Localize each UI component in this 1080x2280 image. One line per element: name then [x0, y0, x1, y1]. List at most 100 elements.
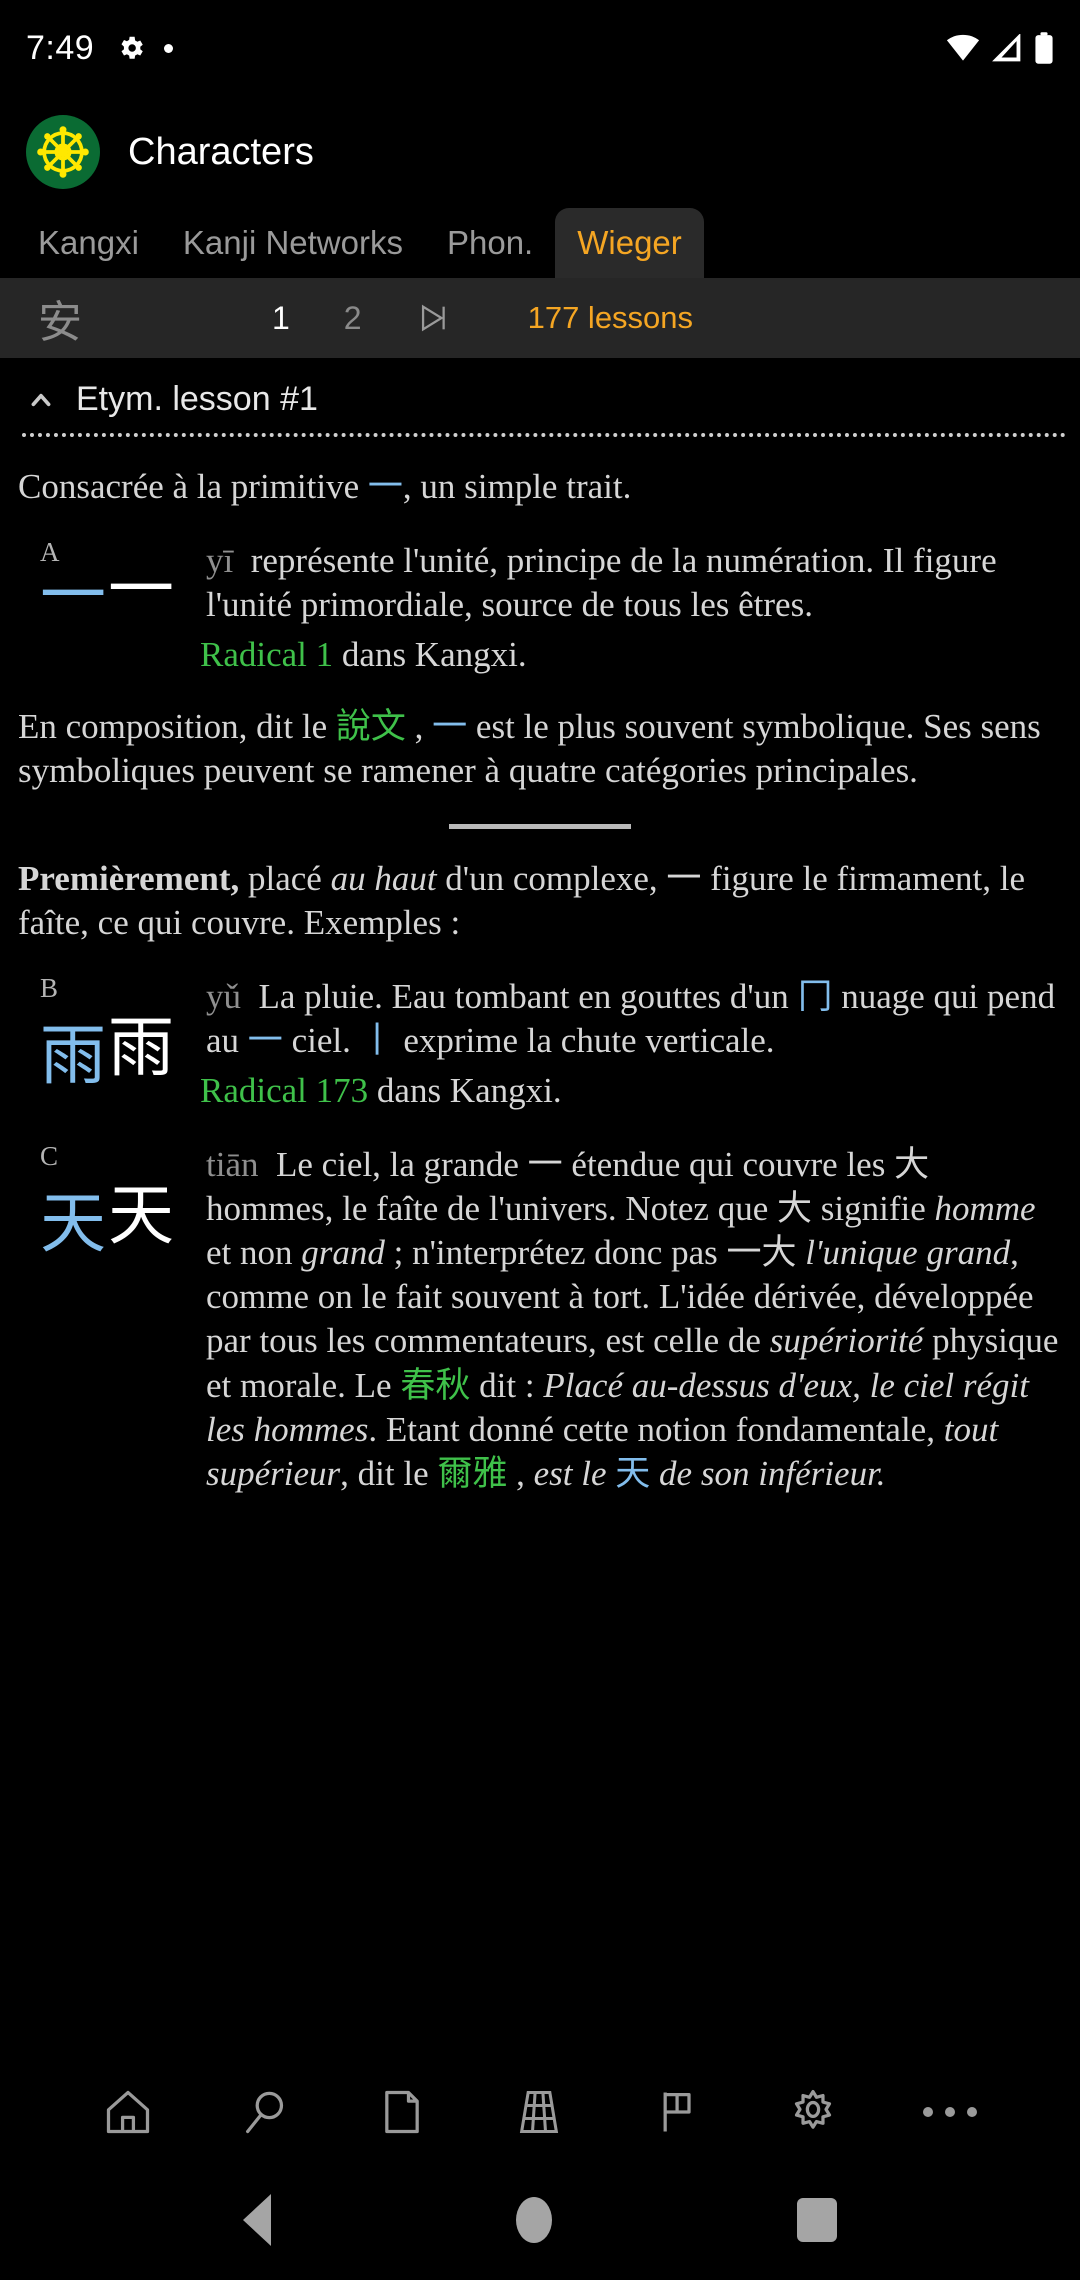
dot-icon: [164, 43, 174, 53]
radical-label[interactable]: Radical 1: [200, 635, 333, 674]
status-clock: 7:49: [26, 28, 95, 67]
gear-icon[interactable]: [787, 2086, 839, 2138]
chevron-up-icon[interactable]: [28, 387, 54, 413]
text-run: ,: [405, 707, 433, 747]
text-run: est le: [533, 1453, 616, 1493]
text-run: ciel.: [282, 1020, 360, 1060]
text-run: En composition, dit le: [18, 707, 336, 747]
status-system-icons: [946, 32, 1054, 64]
recents-icon[interactable]: [797, 2198, 838, 2242]
flag-icon[interactable]: [650, 2086, 702, 2138]
lesson-count-label[interactable]: 177 lessons: [528, 300, 693, 336]
tab-label: Wieger: [577, 224, 682, 261]
text-run[interactable]: 天: [615, 1454, 650, 1494]
grid-icon[interactable]: [513, 2086, 565, 2138]
intro-glyph[interactable]: 一: [368, 467, 403, 507]
pinyin: yǔ: [206, 976, 241, 1016]
text-run: de son inférieur.: [659, 1453, 886, 1493]
home-circle-icon[interactable]: [515, 2197, 552, 2243]
android-nav-bar: [0, 2160, 1080, 2280]
radical-suffix: dans Kangxi.: [341, 635, 527, 675]
entry-description: La pluie. Eau tombant en gouttes d'un 冂 …: [206, 976, 1055, 1061]
first-category-paragraph: Premièrement, placé au haut d'un complex…: [18, 857, 1062, 945]
dharma-wheel-icon: [26, 115, 100, 189]
search-icon[interactable]: [239, 2086, 291, 2138]
entry-glyph-pair: 天 天: [40, 1143, 200, 1261]
entry-glyph-pair: 一 一: [40, 539, 200, 657]
page-2-button[interactable]: 2: [344, 300, 362, 337]
text-run: Premièrement,: [18, 858, 240, 898]
tab-bar: Kangxi Kanji Networks Phon. Wieger: [0, 208, 1080, 278]
gear-icon: [116, 33, 146, 63]
text-run[interactable]: 爾雅: [437, 1454, 507, 1494]
modern-glyph[interactable]: 雨: [40, 1022, 106, 1089]
entry-a: A 一 一 yī représente l'unité, principe de…: [18, 537, 1062, 677]
battery-icon: [1034, 32, 1054, 64]
pinyin: tiān: [206, 1145, 259, 1185]
text-run[interactable]: 春秋: [400, 1366, 470, 1406]
status-bar: 7:49: [0, 0, 1080, 96]
page-1-button[interactable]: 1: [272, 300, 290, 337]
ancient-glyph[interactable]: 一: [108, 557, 174, 623]
signal-icon: [992, 34, 1022, 62]
text-run[interactable]: 冂: [797, 977, 832, 1017]
ancient-glyph[interactable]: 雨: [108, 1014, 174, 1081]
radical-suffix: dans Kangxi.: [376, 1070, 562, 1110]
text-run: placé: [239, 858, 331, 898]
app-bar: Characters: [0, 96, 1080, 208]
text-run: supériorité: [769, 1321, 924, 1361]
text-run: Le ciel, la grande: [275, 1145, 528, 1185]
text-run[interactable]: 一: [432, 707, 467, 747]
status-notification-icons: [116, 33, 174, 63]
lesson-header[interactable]: Etym. lesson #1: [0, 358, 1080, 419]
entry-text: yī représente l'unité, principe de la nu…: [200, 539, 1062, 627]
ancient-glyph[interactable]: 天: [108, 1183, 174, 1249]
page-title: Characters: [128, 130, 314, 173]
current-character[interactable]: 安: [38, 286, 82, 350]
document-icon[interactable]: [376, 2086, 428, 2138]
entry-b: B 雨 雨 yǔ La pluie. Eau tombant en goutte…: [18, 973, 1062, 1113]
text-run: ,: [507, 1453, 534, 1493]
tab-wieger[interactable]: Wieger: [555, 208, 704, 278]
lesson-content: Consacrée à la primitive 一, un simple tr…: [0, 465, 1080, 1496]
back-icon[interactable]: [242, 2194, 271, 2246]
text-run: 大: [894, 1145, 930, 1186]
text-run: La pluie. Eau tombant en gouttes d'un: [258, 976, 798, 1016]
text-run: signifie: [812, 1189, 935, 1229]
text-run: au haut: [330, 858, 437, 898]
pinyin: yī: [206, 541, 234, 581]
text-run: dit :: [470, 1365, 544, 1405]
text-run: 一: [666, 858, 702, 899]
overflow-icon[interactable]: [923, 2107, 978, 2117]
tab-kanji-networks[interactable]: Kanji Networks: [161, 208, 425, 278]
intro-after: , un simple trait.: [402, 467, 632, 506]
text-run: d'un complexe,: [436, 858, 667, 898]
text-run[interactable]: 丨: [360, 1021, 395, 1061]
text-run: homme: [934, 1189, 1036, 1229]
home-icon[interactable]: [102, 2086, 154, 2138]
text-run: 一大: [726, 1233, 797, 1274]
modern-glyph[interactable]: 天: [40, 1191, 106, 1257]
text-run: étendue qui couvre les: [562, 1145, 895, 1185]
text-run[interactable]: 說文: [336, 707, 406, 747]
modern-glyph[interactable]: 一: [40, 563, 106, 629]
tab-phon[interactable]: Phon.: [425, 208, 555, 278]
text-run: [650, 1454, 659, 1493]
bottom-toolbar: [0, 2064, 1080, 2160]
entry-c: C 天 天 tiān Le ciel, la grande 一 étendue …: [18, 1141, 1062, 1496]
entry-text: yǔ La pluie. Eau tombant en gouttes d'un…: [200, 975, 1062, 1063]
text-run: 一: [527, 1145, 563, 1185]
tab-kangxi[interactable]: Kangxi: [16, 208, 161, 278]
text-run: ; n'interprétez donc pas: [384, 1233, 727, 1273]
tab-label: Kanji Networks: [182, 224, 403, 261]
text-run: , dit le: [340, 1453, 438, 1493]
entry-glyph-pair: 雨 雨: [40, 975, 200, 1093]
tab-label: Kangxi: [38, 224, 139, 261]
text-run[interactable]: 一: [248, 1021, 283, 1061]
skip-next-icon[interactable]: [416, 301, 450, 335]
lesson-title: Etym. lesson #1: [76, 380, 318, 418]
text-run: 大: [777, 1189, 813, 1230]
radical-label[interactable]: Radical 173: [200, 1071, 368, 1110]
page-selector: 1 2: [272, 300, 450, 337]
text-run: exprime la chute verticale.: [394, 1020, 775, 1060]
